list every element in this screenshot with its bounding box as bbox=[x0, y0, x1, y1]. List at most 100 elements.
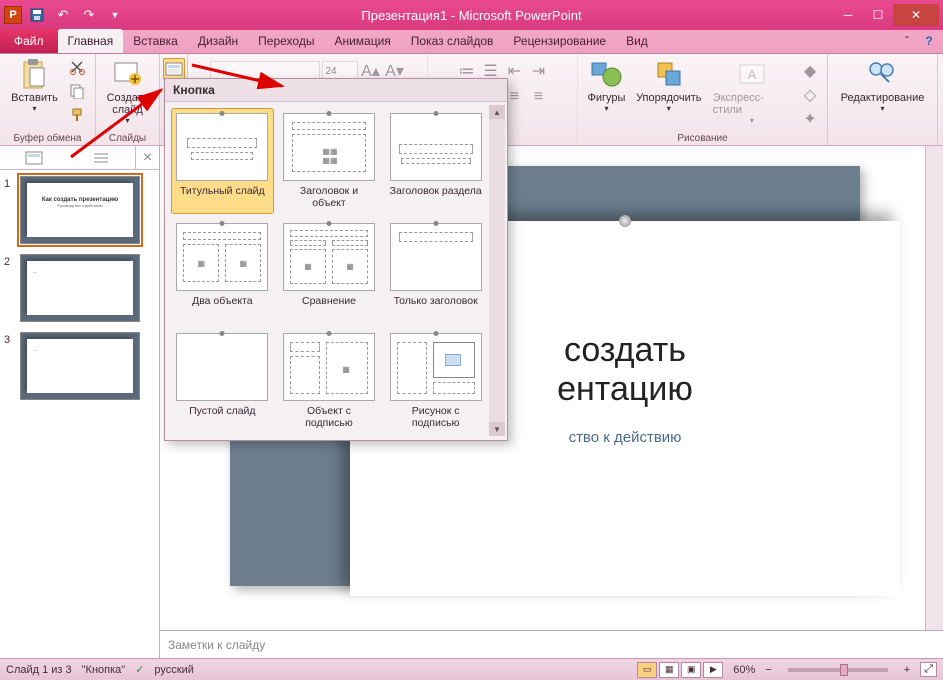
layout-label: Два объекта bbox=[192, 295, 252, 319]
tab-insert[interactable]: Вставка bbox=[123, 29, 188, 53]
copy-button[interactable] bbox=[66, 80, 88, 102]
help-icon[interactable]: ? bbox=[921, 33, 937, 49]
close-button[interactable]: ✕ bbox=[893, 4, 939, 26]
shapes-icon bbox=[590, 58, 622, 90]
thumb-number: 3 bbox=[4, 332, 20, 400]
zoom-out-button[interactable]: − bbox=[765, 664, 771, 676]
find-icon bbox=[866, 58, 898, 90]
tab-review[interactable]: Рецензирование bbox=[503, 29, 616, 53]
layout-section-header[interactable]: Заголовок раздела bbox=[384, 108, 487, 214]
scroll-up-icon[interactable]: ▲ bbox=[489, 105, 505, 119]
group-clipboard: Вставить ▾ Буфер обмена bbox=[0, 54, 96, 145]
slides-tab[interactable] bbox=[0, 146, 68, 169]
justify-button[interactable]: ≡ bbox=[528, 86, 550, 108]
layout-label: Сравнение bbox=[302, 295, 356, 319]
notes-placeholder: Заметки к слайду bbox=[168, 638, 265, 652]
slide-thumbnail-2[interactable]: 2 — bbox=[4, 254, 155, 322]
new-slide-button[interactable]: Создать слайд ▾ bbox=[103, 56, 153, 127]
notes-pane[interactable]: Заметки к слайду bbox=[160, 630, 943, 658]
tab-view[interactable]: Вид bbox=[616, 29, 658, 53]
title-bar: P ↶ ↷ ▼ Презентация1 - Microsoft PowerPo… bbox=[0, 0, 943, 30]
shape-effects-button[interactable]: ✦ bbox=[799, 108, 821, 130]
group-editing: Редактирование▾ bbox=[828, 54, 938, 145]
window-title: Презентация1 - Microsoft PowerPoint bbox=[0, 8, 943, 23]
gallery-scrollbar[interactable]: ▲ ▼ bbox=[489, 105, 505, 436]
tab-slideshow[interactable]: Показ слайдов bbox=[401, 29, 504, 53]
zoom-level[interactable]: 60% bbox=[733, 664, 755, 676]
file-tab[interactable]: Файл bbox=[0, 29, 58, 53]
group-drawing: Фигуры▾ Упорядочить▾ A Экспресс-стили▾ ◆… bbox=[578, 54, 828, 145]
maximize-button[interactable]: ☐ bbox=[863, 4, 893, 26]
vertical-scrollbar[interactable] bbox=[925, 146, 943, 630]
save-button[interactable] bbox=[26, 4, 48, 26]
layout-label: Заголовок раздела bbox=[390, 185, 482, 209]
panel-close-button[interactable]: × bbox=[135, 146, 159, 169]
thumb-number: 1 bbox=[4, 176, 20, 244]
layout-picture-caption[interactable]: Рисунок с подписью bbox=[384, 328, 487, 434]
quick-styles-label: Экспресс-стили bbox=[713, 92, 791, 116]
quick-styles-button[interactable]: A Экспресс-стили▾ bbox=[709, 56, 795, 127]
group-label: Слайды bbox=[96, 133, 159, 144]
layout-blank[interactable]: Пустой слайд bbox=[171, 328, 274, 434]
app-icon[interactable]: P bbox=[4, 6, 22, 24]
layout-title-content[interactable]: ▦▦▦▦ Заголовок и объект bbox=[278, 108, 381, 214]
shape-fill-button[interactable]: ◆ bbox=[799, 60, 821, 82]
paste-button[interactable]: Вставить ▾ bbox=[7, 56, 62, 115]
layout-content-caption[interactable]: ▦ Объект с подписью bbox=[278, 328, 381, 434]
arrange-icon bbox=[653, 58, 685, 90]
shape-outline-button[interactable]: ◇ bbox=[799, 84, 821, 106]
paste-label: Вставить bbox=[11, 92, 58, 104]
layout-gallery: Кнопка Титульный слайд ▦▦▦▦ Заголовок и … bbox=[164, 78, 508, 441]
tab-transitions[interactable]: Переходы bbox=[248, 29, 324, 53]
find-button[interactable]: Редактирование▾ bbox=[837, 56, 929, 115]
quick-styles-icon: A bbox=[736, 58, 768, 90]
status-bar: Слайд 1 из 3 "Кнопка" ✓ русский ▭ ▦ ▣ ▶ … bbox=[0, 658, 943, 680]
quick-access-toolbar: P ↶ ↷ ▼ bbox=[4, 4, 126, 26]
zoom-slider[interactable] bbox=[788, 668, 888, 672]
view-sorter-button[interactable]: ▦ bbox=[659, 662, 679, 678]
undo-button[interactable]: ↶ bbox=[52, 4, 74, 26]
scroll-down-icon[interactable]: ▼ bbox=[489, 422, 505, 436]
increase-indent-button[interactable]: ⇥ bbox=[528, 60, 550, 82]
layout-button[interactable] bbox=[163, 58, 185, 80]
gallery-header: Кнопка bbox=[165, 79, 507, 102]
spellcheck-icon[interactable]: ✓ bbox=[135, 663, 144, 676]
zoom-in-button[interactable]: + bbox=[904, 664, 910, 676]
tab-design[interactable]: Дизайн bbox=[188, 29, 248, 53]
view-slideshow-button[interactable]: ▶ bbox=[703, 662, 723, 678]
redo-button[interactable]: ↷ bbox=[78, 4, 100, 26]
ribbon-minimize-icon[interactable]: ˇ bbox=[899, 33, 915, 49]
slide-thumbnail-1[interactable]: 1 Как создать презентациюРуководство к д… bbox=[4, 176, 155, 244]
layout-comparison[interactable]: ▦ ▦ Сравнение bbox=[278, 218, 381, 324]
status-theme: "Кнопка" bbox=[82, 664, 126, 676]
new-slide-label: Создать слайд bbox=[107, 92, 149, 116]
view-reading-button[interactable]: ▣ bbox=[681, 662, 701, 678]
tab-home[interactable]: Главная bbox=[58, 29, 124, 53]
tab-animation[interactable]: Анимация bbox=[324, 29, 400, 53]
layout-label: Пустой слайд bbox=[189, 405, 255, 429]
qat-dropdown[interactable]: ▼ bbox=[104, 4, 126, 26]
editing-label: Редактирование bbox=[841, 92, 925, 104]
status-language[interactable]: русский bbox=[154, 664, 193, 676]
layout-title-only[interactable]: Только заголовок bbox=[384, 218, 487, 324]
shapes-button[interactable]: Фигуры▾ bbox=[584, 56, 629, 115]
outline-tab[interactable] bbox=[68, 146, 136, 169]
format-painter-button[interactable] bbox=[66, 104, 88, 126]
group-label: Буфер обмена bbox=[0, 133, 95, 144]
arrange-button[interactable]: Упорядочить▾ bbox=[633, 56, 705, 115]
slide-panel: × 1 Как создать презентациюРуководство к… bbox=[0, 146, 160, 658]
paste-icon bbox=[18, 58, 50, 90]
fit-window-button[interactable]: ⤢ bbox=[920, 662, 937, 677]
slide-thumbnail-3[interactable]: 3 — bbox=[4, 332, 155, 400]
new-slide-icon bbox=[112, 58, 144, 90]
view-normal-button[interactable]: ▭ bbox=[637, 662, 657, 678]
zoom-handle[interactable] bbox=[840, 664, 848, 676]
layout-label: Объект с подписью bbox=[283, 405, 376, 429]
layout-two-content[interactable]: ▦ ▦ Два объекта bbox=[171, 218, 274, 324]
arrange-label: Упорядочить bbox=[636, 92, 701, 104]
svg-text:A: A bbox=[747, 67, 756, 82]
minimize-button[interactable]: ─ bbox=[833, 4, 863, 26]
layout-title-slide[interactable]: Титульный слайд bbox=[171, 108, 274, 214]
cut-button[interactable] bbox=[66, 56, 88, 78]
window-buttons: ─ ☐ ✕ bbox=[833, 4, 939, 26]
